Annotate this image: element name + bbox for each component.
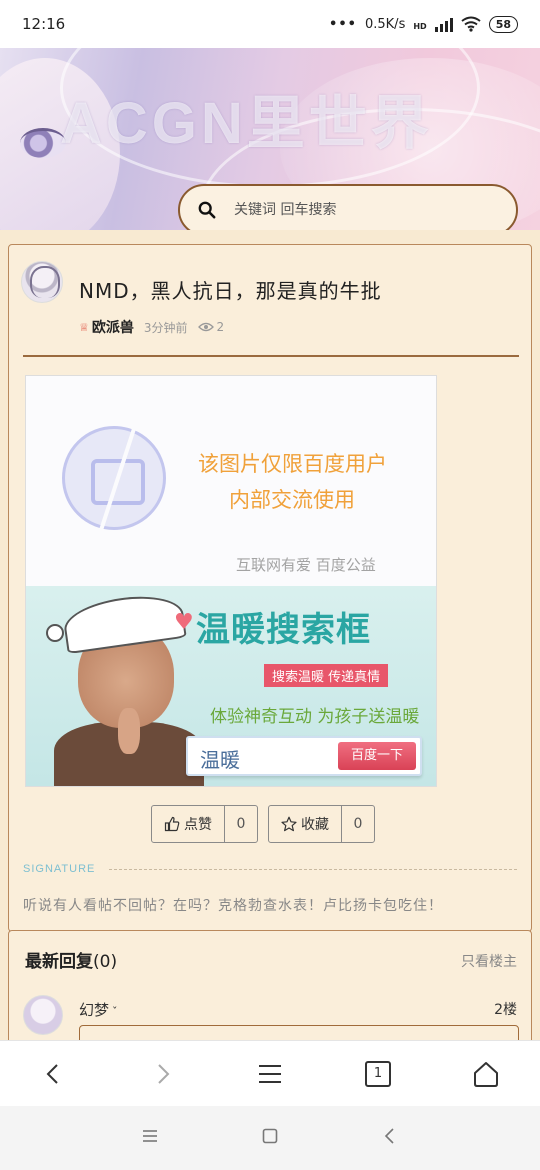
author-link[interactable]: ♕ 欧派兽 bbox=[79, 317, 134, 337]
status-indicators: ••• 0.5K/s HD 58 bbox=[329, 15, 518, 33]
network-type: HD bbox=[413, 21, 427, 31]
system-back-button[interactable] bbox=[380, 1126, 400, 1150]
site-banner: ACGN里世界 bbox=[0, 48, 540, 230]
back-arrow-icon bbox=[384, 1128, 394, 1144]
thumbs-up-icon bbox=[164, 816, 180, 832]
home-button[interactable] bbox=[456, 1044, 516, 1104]
wifi-icon bbox=[461, 16, 481, 32]
replies-heading: 最新回复(0) bbox=[25, 952, 118, 972]
campaign-title: 温暖搜索框 bbox=[196, 610, 371, 650]
square-icon bbox=[262, 1128, 278, 1144]
view-count-value: 2 bbox=[216, 320, 225, 334]
network-speed: 0.5K/s bbox=[364, 16, 406, 32]
back-button[interactable] bbox=[24, 1044, 84, 1104]
like-label: 点赞 bbox=[184, 817, 212, 833]
favorite-button[interactable]: 收藏 0 bbox=[268, 805, 375, 843]
search-icon bbox=[198, 201, 216, 219]
campaign-badge: 搜索温暖 传递真情 bbox=[264, 664, 389, 687]
author-name: 欧派兽 bbox=[91, 320, 134, 336]
heart-icon: ♥ bbox=[174, 610, 194, 635]
crown-icon: ♕ bbox=[79, 320, 89, 334]
notice-line-1: 该图片仅限百度用户 bbox=[198, 452, 387, 476]
replies-section: 最新回复(0) 只看楼主 幻梦 ˇ 2楼 bbox=[8, 930, 532, 1040]
charity-banner: ♥ 温暖搜索框 搜索温暖 传递真情 体验神奇互动 为孩子送温暖 温暖 百度一下 bbox=[26, 586, 436, 786]
status-time: 12:16 bbox=[22, 15, 66, 33]
recent-apps-icon bbox=[143, 1130, 157, 1142]
view-count: 2 bbox=[197, 320, 225, 334]
eye-icon bbox=[197, 322, 214, 332]
like-button[interactable]: 点赞 0 bbox=[151, 805, 258, 843]
system-home-button[interactable] bbox=[260, 1126, 280, 1150]
favorite-label: 收藏 bbox=[301, 817, 329, 833]
post-card: NMD，黑人抗日，那是真的牛批 ♕ 欧派兽 3分钟前 2 该图片仅限百度用户 内… bbox=[8, 244, 532, 932]
search-bar[interactable] bbox=[178, 184, 518, 230]
chevron-down-icon: ˇ bbox=[112, 1005, 118, 1018]
home-icon bbox=[474, 1061, 498, 1087]
broken-image-icon bbox=[62, 426, 166, 530]
notice-line-2: 内部交流使用 bbox=[229, 488, 355, 512]
post-time: 3分钟前 bbox=[143, 320, 188, 335]
post-title: NMD，黑人抗日，那是真的牛批 bbox=[79, 279, 382, 303]
menu-icon bbox=[259, 1064, 281, 1083]
more-dots-icon: ••• bbox=[329, 16, 357, 32]
reply-avatar[interactable] bbox=[23, 995, 63, 1035]
post-actions: 点赞 0 收藏 0 bbox=[151, 805, 375, 843]
page-content: NMD，黑人抗日，那是真的牛批 ♕ 欧派兽 3分钟前 2 该图片仅限百度用户 内… bbox=[0, 230, 540, 1040]
title-divider bbox=[23, 355, 519, 357]
post-image[interactable]: 该图片仅限百度用户 内部交流使用 互联网有爱 百度公益 ♥ 温暖搜索框 搜索温暖… bbox=[25, 375, 437, 787]
reply-floor: 2楼 bbox=[494, 1002, 517, 1018]
signal-icon bbox=[434, 16, 453, 32]
battery-indicator: 58 bbox=[488, 15, 518, 33]
image-placeholder-notice: 该图片仅限百度用户 内部交流使用 互联网有爱 百度公益 bbox=[26, 376, 436, 586]
system-navigation bbox=[0, 1106, 540, 1170]
forward-icon bbox=[158, 1063, 170, 1084]
tabs-icon: 1 bbox=[365, 1060, 391, 1087]
notice-footer: 互联网有爱 百度公益 bbox=[236, 556, 376, 574]
replies-count: (0) bbox=[93, 952, 118, 972]
forward-button[interactable] bbox=[132, 1044, 192, 1104]
author-avatar[interactable] bbox=[21, 261, 63, 303]
favorite-count: 0 bbox=[353, 816, 363, 832]
signature-divider bbox=[109, 869, 517, 870]
recent-apps-button[interactable] bbox=[140, 1126, 160, 1150]
campaign-search-text: 温暖 bbox=[200, 748, 240, 772]
star-icon bbox=[281, 816, 297, 832]
reply-content-box bbox=[79, 1025, 519, 1040]
campaign-subtitle: 体验神奇互动 为孩子送温暖 bbox=[210, 707, 420, 727]
post-meta: ♕ 欧派兽 3分钟前 2 bbox=[79, 317, 224, 337]
signature-label: SIGNATURE bbox=[23, 863, 96, 875]
like-count: 0 bbox=[236, 816, 246, 832]
campaign-search-button: 百度一下 bbox=[338, 742, 416, 770]
only-op-filter[interactable]: 只看楼主 bbox=[461, 951, 517, 971]
site-logo: ACGN里世界 bbox=[60, 91, 433, 156]
status-bar: 12:16 ••• 0.5K/s HD 58 bbox=[0, 0, 540, 48]
signature-text: 听说有人看帖不回帖？在吗？克格勃查水表！卢比扬卡包吃住！ bbox=[23, 898, 443, 914]
reply-author[interactable]: 幻梦 ˇ bbox=[79, 999, 118, 1020]
search-input[interactable] bbox=[234, 202, 484, 218]
campaign-search-mock: 温暖 百度一下 bbox=[186, 736, 422, 776]
back-icon bbox=[46, 1063, 58, 1084]
tabs-button[interactable]: 1 bbox=[348, 1044, 408, 1104]
menu-button[interactable] bbox=[240, 1044, 300, 1104]
browser-toolbar: 1 bbox=[0, 1040, 540, 1106]
